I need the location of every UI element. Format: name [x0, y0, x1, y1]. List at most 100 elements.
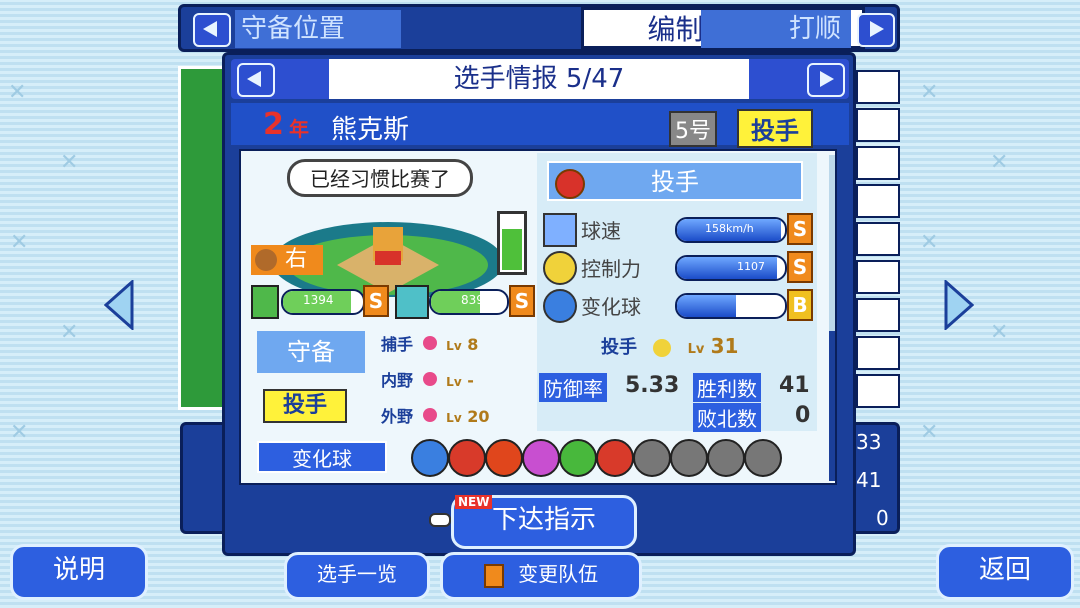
era-label: 防御率: [539, 373, 607, 402]
top-navigation-bar: 守备位置 编制画面 打顺: [178, 4, 900, 52]
prev-player-button[interactable]: [237, 63, 275, 97]
stat-value: 158km/h: [705, 222, 754, 235]
skill-meter: 839 S: [395, 285, 535, 319]
face-icon: [653, 339, 672, 357]
content-scrollbar[interactable]: [829, 155, 835, 481]
wins-value: 41: [779, 373, 810, 398]
breaking-ball-slot: [707, 439, 745, 477]
give-instruction-label: 下达指示: [491, 505, 596, 535]
player-number-unit: 号: [689, 119, 712, 144]
explain-label: 说明: [52, 555, 105, 585]
next-page-arrow[interactable]: [944, 278, 975, 332]
bone-icon: ✕: [920, 230, 939, 255]
stat-row-breaking: 变化球 384 B: [541, 287, 813, 323]
breaking-ball-icon: [543, 289, 577, 323]
stat-value: 384: [745, 298, 766, 311]
bone-icon: ✕: [990, 320, 1009, 345]
speed-icon: [543, 213, 577, 247]
stat-bar: [675, 293, 787, 319]
behind-number-2: 41: [856, 468, 882, 492]
stat-grade: S: [787, 213, 813, 245]
skill-value: 839: [461, 293, 484, 307]
top-right-arrow-button[interactable]: [857, 13, 895, 47]
change-team-label: 变更队伍: [518, 562, 599, 586]
breaking-ball-slot: [522, 439, 560, 477]
breaking-ball-label: 变化球: [257, 441, 387, 473]
aptitude-lv: 8: [467, 335, 479, 354]
breaking-ball-slot: [485, 439, 523, 477]
pitcher-level: 投手 Lv 31: [601, 333, 781, 363]
player-name: 熊克斯: [331, 115, 410, 145]
pointing-hand-icon: [429, 513, 451, 527]
glove-icon: [255, 249, 277, 271]
lv-tag: Lv: [446, 375, 462, 389]
bone-icon: ✕: [10, 230, 29, 255]
stamina-battery-icon: [497, 211, 527, 275]
aptitude-list: 捕手 Lv 8 内野 Lv - 外野 Lv 20: [381, 331, 521, 431]
status-bubble: 已经习惯比赛了: [287, 159, 473, 197]
breaking-ball-slots: [411, 439, 791, 477]
player-grade-number: 2: [263, 107, 284, 142]
refresh-icon: [395, 285, 429, 319]
position-tag: 投手: [263, 389, 347, 423]
player-number-value: 5: [675, 119, 689, 144]
explain-button[interactable]: 说明: [10, 544, 148, 600]
skill-grade: S: [509, 285, 535, 317]
lv-tag: Lv: [687, 342, 705, 357]
wins-label: 胜利数: [693, 373, 761, 402]
losses-label: 败北数: [693, 403, 761, 432]
pitcher-level-value: 31: [710, 334, 739, 358]
defense-label: 守备: [257, 331, 365, 373]
stat-row-control: 控制力 1107 S: [541, 249, 813, 285]
player-detail-content: 已经习惯比赛了 右 1394 S 839 S 守备 投手 捕手 Lv 8 内野 …: [239, 149, 837, 485]
prev-page-arrow[interactable]: [103, 278, 134, 332]
player-number: 5号: [669, 111, 718, 147]
stat-bar: [675, 255, 787, 281]
stat-row-speed: 球速 158km/h S: [541, 211, 813, 247]
change-team-button[interactable]: 变更队伍: [440, 552, 642, 600]
throwing-hand: 右: [251, 245, 323, 275]
player-position-badge: 投手: [737, 109, 813, 148]
breaking-ball-slot: [411, 439, 449, 477]
player-list-label: 选手一览: [317, 562, 397, 586]
scrollbar-thumb[interactable]: [829, 331, 835, 481]
breaking-ball-slot: [670, 439, 708, 477]
player-name-bar: 2 年 熊克斯 5号 投手: [231, 103, 849, 148]
bone-icon: ✕: [920, 80, 939, 105]
era-value: 5.33: [625, 373, 680, 398]
modal-header: 选手情报 5/47: [231, 59, 849, 99]
stamina-value: 1394: [303, 293, 334, 307]
aptitude-row: 内野 Lv -: [381, 367, 474, 391]
player-info-modal: 选手情报 5/47 2 年 熊克斯 5号 投手 已经习惯比赛了 右 1394 S…: [222, 52, 856, 556]
modal-title: 选手情报 5/47: [329, 59, 749, 99]
new-badge: NEW: [455, 495, 493, 509]
back-label: 返回: [978, 555, 1031, 585]
pitcher-header-label: 投手: [651, 168, 699, 196]
bone-icon: ✕: [60, 150, 79, 175]
losses-value: 0: [795, 403, 811, 428]
stat-grade: S: [787, 251, 813, 283]
lock-icon: [483, 563, 504, 588]
bone-icon: ✕: [920, 420, 939, 445]
tab-batting-order[interactable]: 打顺: [701, 10, 851, 48]
bone-icon: ✕: [10, 420, 29, 445]
back-button[interactable]: 返回: [936, 544, 1074, 600]
player-grade-unit: 年: [289, 117, 309, 141]
control-icon: [543, 251, 577, 285]
aptitude-name: 内野: [381, 371, 414, 390]
pitcher-level-title: 投手: [601, 337, 637, 358]
lv-tag: Lv: [446, 339, 462, 353]
breaking-ball-slot: [559, 439, 597, 477]
breaking-ball-slot: [448, 439, 486, 477]
aptitude-name: 捕手: [381, 335, 414, 354]
breaking-ball-slot: [744, 439, 782, 477]
behind-number-3: 0: [876, 506, 889, 530]
top-left-arrow-button[interactable]: [193, 13, 231, 47]
player-list-button[interactable]: 选手一览: [284, 552, 430, 600]
next-player-button[interactable]: [807, 63, 845, 97]
ball-icon: [422, 336, 437, 350]
behind-number-1: 33: [856, 430, 882, 454]
pitcher-stats-panel: 投手 球速 158km/h S 控制力 1107 S 变化球 384 B 投手 …: [537, 153, 817, 432]
tab-defense-position[interactable]: 守备位置: [235, 10, 401, 48]
breaking-ball-slot: [633, 439, 671, 477]
